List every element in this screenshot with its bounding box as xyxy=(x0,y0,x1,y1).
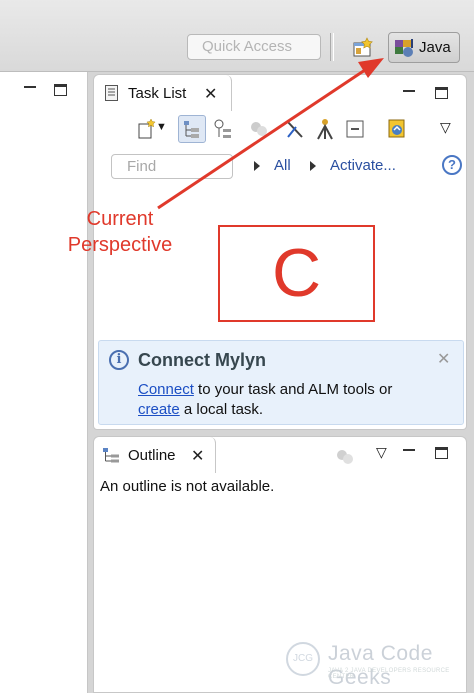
watermark: JCG Java Code Geeks JAVA 2 JAVA DEVELOPE… xyxy=(286,638,466,689)
annotation-box: C xyxy=(218,225,375,322)
watermark-logo: JCG xyxy=(286,642,320,676)
annotation-letter: C xyxy=(271,235,322,311)
watermark-text: Java Code Geeks xyxy=(328,642,433,689)
watermark-tagline: JAVA 2 JAVA DEVELOPERS RESOURCE CENTER xyxy=(328,668,450,680)
annotation-arrow xyxy=(157,58,384,210)
